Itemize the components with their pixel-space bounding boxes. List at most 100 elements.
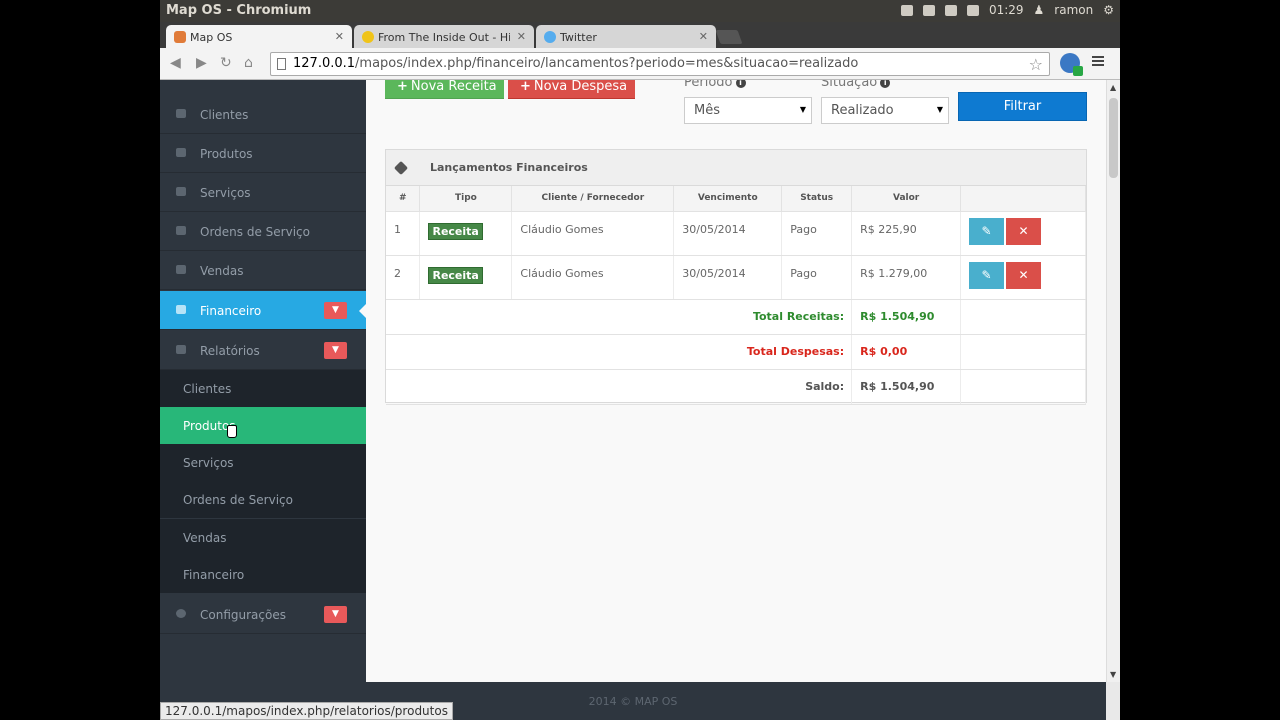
periodo-label: Período i <box>684 80 746 90</box>
cliente-cell: Cláudio Gomes <box>511 211 675 256</box>
clock[interactable]: 01:29 <box>989 3 1024 17</box>
row-number: 1 <box>386 211 421 256</box>
table-row: 2 Receita Cláudio Gomes 30/05/2014 Pago … <box>386 255 1086 300</box>
page-icon <box>277 58 286 70</box>
table-header-row: # Tipo Cliente / Fornecedor Vencimento S… <box>386 186 1086 212</box>
money-icon <box>176 305 186 314</box>
sidebar-item-ordens-de-servico[interactable]: Ordens de Serviço <box>160 212 366 251</box>
address-bar[interactable]: 127.0.0.1/mapos/index.php/financeiro/lan… <box>270 52 1050 76</box>
tags-icon <box>176 226 186 235</box>
chevron-down-icon[interactable]: ▼ <box>324 606 347 623</box>
tab-from-the-inside-out[interactable]: From The Inside Out - Hills ✕ <box>354 25 534 48</box>
total-despesas-value: R$ 0,00 <box>851 334 962 370</box>
tipo-badge: Receita <box>428 222 483 240</box>
plus-icon: + <box>397 80 408 94</box>
chevron-down-icon[interactable]: ▼ <box>324 342 347 359</box>
new-tab-button[interactable] <box>715 30 743 44</box>
url-host: 127.0.0.1 <box>293 56 356 71</box>
widget-title-bar: Lançamentos Financeiros <box>386 150 1086 186</box>
page-scrollbar[interactable]: ▲ ▼ <box>1106 80 1120 682</box>
delete-x-icon[interactable]: ✕ <box>1006 217 1042 245</box>
back-arrow-icon[interactable]: ◀ <box>170 55 181 71</box>
close-tab-icon[interactable]: ✕ <box>699 30 708 43</box>
sidebar-item-configuracoes[interactable]: Configurações ▼ <box>160 595 366 634</box>
home-icon[interactable]: ⌂ <box>244 55 253 71</box>
chevron-down-icon[interactable]: ▼ <box>324 302 347 319</box>
submenu-item-produtos[interactable]: Produtos <box>160 407 366 444</box>
table-row: 1 Receita Cláudio Gomes 30/05/2014 Pago … <box>386 211 1086 256</box>
info-icon[interactable]: i <box>880 80 891 88</box>
close-tab-icon[interactable]: ✕ <box>517 30 526 43</box>
browser-toolbar: ◀ ▶ ↻ ⌂ 127.0.0.1/mapos/index.php/financ… <box>160 48 1120 80</box>
user-icon: ♟ <box>1033 3 1045 17</box>
scroll-up-arrow-icon[interactable]: ▲ <box>1110 83 1116 92</box>
column-header[interactable]: Cliente / Fornecedor <box>511 186 675 212</box>
column-header[interactable]: # <box>386 186 421 212</box>
sidebar-item-produtos[interactable]: Produtos <box>160 134 366 173</box>
close-tab-icon[interactable]: ✕ <box>335 30 344 43</box>
column-header[interactable]: Tipo <box>419 186 513 212</box>
column-header[interactable]: Valor <box>851 186 962 212</box>
menu-icon[interactable] <box>1092 56 1104 58</box>
plus-icon: + <box>520 80 531 94</box>
vencimento-cell: 30/05/2014 <box>673 211 783 256</box>
submenu-item-vendas[interactable]: Vendas <box>160 519 366 556</box>
music-favicon-icon <box>362 31 374 43</box>
status-url-bubble: 127.0.0.1/mapos/index.php/relatorios/pro… <box>160 702 453 720</box>
info-icon[interactable]: i <box>735 80 746 88</box>
submenu-item-financeiro[interactable]: Financeiro <box>160 556 366 593</box>
status-cell: Pago <box>781 255 853 300</box>
column-header[interactable]: Status <box>781 186 853 212</box>
keyboard-icon[interactable] <box>900 4 913 16</box>
network-icon[interactable] <box>944 4 957 16</box>
submenu-item-ordens-de-servico[interactable]: Ordens de Serviço <box>160 481 366 518</box>
cliente-cell: Cláudio Gomes <box>511 255 675 300</box>
scroll-down-arrow-icon[interactable]: ▼ <box>1110 670 1116 679</box>
settings-gear-icon[interactable]: ⚙ <box>1103 3 1114 17</box>
delete-x-icon[interactable]: ✕ <box>1006 261 1042 289</box>
total-receitas-row: Total Receitas: R$ 1.504,90 <box>386 299 1086 335</box>
status-cell: Pago <box>781 211 853 256</box>
main-content: + Nova Receita + Nova Despesa Período i Mês… <box>366 80 1106 682</box>
saldo-value: R$ 1.504,90 <box>851 369 962 405</box>
periodo-select[interactable]: Mês ▼ <box>684 97 812 124</box>
nova-despesa-button[interactable]: + Nova Despesa <box>508 80 635 99</box>
valor-cell: R$ 225,90 <box>851 211 962 256</box>
reload-icon[interactable]: ↻ <box>220 55 232 71</box>
edit-pencil-icon[interactable]: ✎ <box>969 261 1005 289</box>
submenu-item-clientes[interactable]: Clientes <box>160 370 366 407</box>
window-title: Map OS - Chromium <box>166 3 312 18</box>
scroll-thumb[interactable] <box>1109 98 1118 178</box>
saldo-row: Saldo: R$ 1.504,90 <box>386 369 1086 405</box>
filtrar-button[interactable]: Filtrar <box>958 92 1087 121</box>
sidebar-item-clientes[interactable]: Clientes <box>160 95 366 134</box>
tab-map-os[interactable]: Map OS ✕ <box>166 25 352 48</box>
bookmark-star-icon[interactable]: ☆ <box>1029 55 1043 74</box>
nova-receita-button[interactable]: + Nova Receita <box>385 80 504 99</box>
total-despesas-label: Total Despesas: <box>386 334 853 370</box>
mail-icon[interactable] <box>922 4 935 16</box>
edit-pencil-icon[interactable]: ✎ <box>969 217 1005 245</box>
submenu-item-servicos[interactable]: Serviços <box>160 444 366 481</box>
browser-window: Map OS - Chromium 01:29 ♟ ramon ⚙ Map OS… <box>160 0 1120 720</box>
lancamentos-widget: Lançamentos Financeiros # Tipo Cliente /… <box>385 149 1087 405</box>
dropdown-arrow-icon: ▼ <box>799 105 806 114</box>
dropdown-arrow-icon: ▼ <box>936 105 943 114</box>
sidebar-item-servicos[interactable]: Serviços <box>160 173 366 212</box>
group-icon <box>176 109 186 118</box>
volume-icon[interactable] <box>966 4 979 16</box>
sidebar-item-vendas[interactable]: Vendas <box>160 251 366 290</box>
tab-twitter[interactable]: Twitter ✕ <box>536 25 716 48</box>
situacao-select[interactable]: Realizado ▼ <box>821 97 949 124</box>
tipo-badge: Receita <box>428 266 483 284</box>
user-name[interactable]: ramon <box>1054 3 1093 17</box>
map-os-favicon-icon <box>174 31 186 43</box>
twitter-favicon-icon <box>544 31 556 43</box>
sidebar-item-relatorios[interactable]: Relatórios ▼ <box>160 331 366 370</box>
forward-arrow-icon[interactable]: ▶ <box>196 55 207 71</box>
system-tray: 01:29 ♟ ramon ⚙ <box>900 3 1114 17</box>
extension-icon[interactable] <box>1060 53 1083 76</box>
sidebar-item-financeiro[interactable]: Financeiro ▼ <box>160 291 366 330</box>
tag-icon <box>393 160 409 176</box>
column-header[interactable]: Vencimento <box>673 186 783 212</box>
